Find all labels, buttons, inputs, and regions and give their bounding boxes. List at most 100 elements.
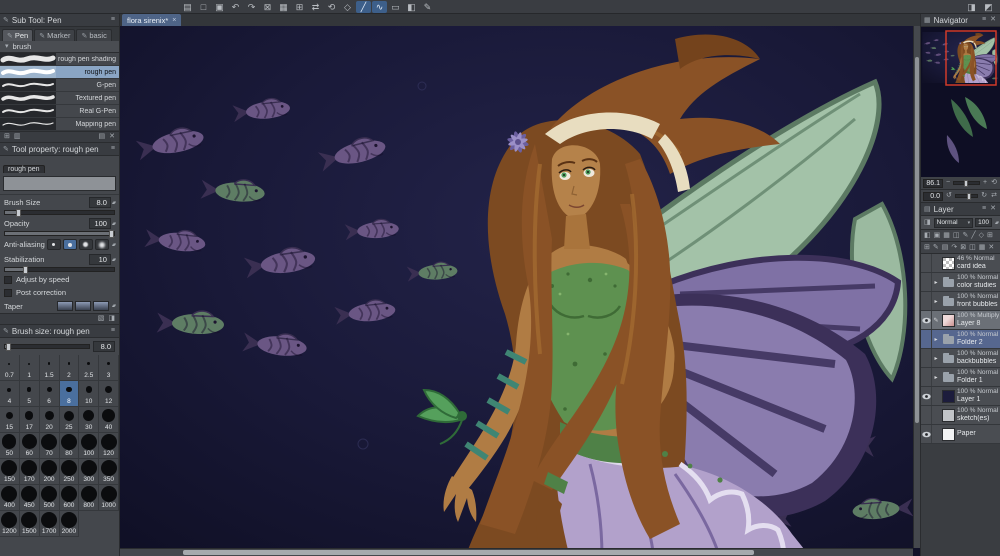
tool-property-lock-icon[interactable]: ▧ — [97, 314, 106, 324]
spinner-icon[interactable]: ▴▾ — [112, 221, 116, 227]
visibility-toggle[interactable] — [921, 273, 932, 291]
rotate-left-icon[interactable]: ↺ — [945, 191, 953, 201]
layer-row-layer-8[interactable]: ✎ 100 % Multiply Layer 8 — [921, 311, 1000, 330]
vertical-scrollbar[interactable] — [913, 26, 920, 548]
brush-size-10[interactable]: 10 — [79, 381, 100, 407]
tool-preset-chip[interactable]: rough pen — [3, 165, 45, 173]
anti-aliasing-none-button[interactable] — [46, 239, 61, 250]
brush-size-450[interactable]: 450 — [19, 485, 40, 511]
undo-icon[interactable]: ↶ — [228, 1, 243, 13]
brush-size-500[interactable]: 500 — [39, 485, 60, 511]
enable-mask-icon[interactable]: ◫ — [952, 231, 961, 241]
brush-size-slider[interactable] — [4, 209, 115, 217]
open-file-icon[interactable]: □ — [196, 1, 211, 13]
brush-item-rough-pen[interactable]: rough pen — [0, 66, 119, 79]
panel-menu-icon[interactable]: ≡ — [110, 326, 116, 336]
create-mask-icon[interactable]: ◫ — [968, 243, 977, 253]
delete-layer-icon[interactable]: ✕ — [987, 243, 995, 253]
brush-size-4[interactable]: 4 — [0, 381, 20, 407]
brush-size-200[interactable]: 200 — [39, 459, 60, 485]
tool-property-detail-icon[interactable]: ◨ — [107, 314, 116, 324]
brush-size-350[interactable]: 350 — [99, 459, 119, 485]
brush-size-50[interactable]: 50 — [0, 433, 20, 459]
post-correction-checkbox[interactable] — [4, 288, 12, 297]
anti-aliasing-strong-button[interactable] — [94, 239, 109, 250]
taper-preset-3[interactable] — [92, 301, 109, 311]
flip-view-icon[interactable]: ⇄ — [990, 191, 998, 201]
brush-size-17[interactable]: 17 — [19, 407, 40, 433]
zoom-value[interactable]: 86.1 — [923, 178, 943, 188]
layer-close-icon[interactable]: ✕ — [989, 204, 997, 214]
layer-opacity-value[interactable]: 100 — [975, 218, 992, 227]
add-subtool-icon[interactable]: ⊞ — [3, 132, 11, 142]
brush-item-real-g-pen[interactable]: Real G-Pen — [0, 105, 119, 118]
brush-size-0.7[interactable]: 0.7 — [0, 355, 20, 381]
crop-icon[interactable]: ◧ — [404, 1, 419, 13]
brush-size-value[interactable]: 8.0 — [88, 197, 111, 208]
layer-row-backbubbles[interactable]: ▸ 100 % Normal backbubbles — [921, 349, 1000, 368]
brush-item-g-pen[interactable]: G-pen — [0, 79, 119, 92]
redo-icon[interactable]: ↷ — [244, 1, 259, 13]
flip-horizontal-icon[interactable]: ⇄ — [308, 1, 323, 13]
rotate-right-icon[interactable]: ↻ — [980, 191, 988, 201]
adjust-by-speed-checkbox[interactable] — [4, 275, 12, 284]
brush-size-12[interactable]: 12 — [99, 381, 119, 407]
brush-size-120[interactable]: 120 — [99, 433, 119, 459]
brush-size-8[interactable]: 8 — [59, 381, 80, 407]
brush-size-1200[interactable]: 1200 — [0, 511, 20, 537]
brush-item-rough-pen-shading[interactable]: rough pen shading — [0, 53, 119, 66]
duplicate-subtool-icon[interactable]: ▤ — [98, 132, 107, 142]
canvas-artwork[interactable] — [120, 26, 920, 556]
transform-icon[interactable]: ◇ — [340, 1, 355, 13]
spinner-icon[interactable]: ▴▾ — [112, 200, 116, 206]
stabilization-value[interactable]: 10 — [88, 254, 111, 265]
brush-size-20[interactable]: 20 — [39, 407, 60, 433]
workspace-icon[interactable]: ◩ — [981, 1, 996, 13]
brush-size-300[interactable]: 300 — [79, 459, 100, 485]
lock-layer-icon[interactable]: ▣ — [933, 231, 942, 241]
brush-item-textured-pen[interactable]: Textured pen — [0, 92, 119, 105]
horizontal-scrollbar[interactable] — [120, 548, 913, 556]
rotation-value[interactable]: 0.0 — [923, 191, 943, 201]
new-folder-icon[interactable]: ▤ — [941, 243, 950, 253]
set-as-draft-icon[interactable]: ✎ — [962, 231, 970, 241]
brush-size-800[interactable]: 800 — [79, 485, 100, 511]
anti-aliasing-weak-button[interactable] — [62, 239, 77, 250]
close-icon[interactable]: × — [172, 17, 176, 24]
brush-size-panel-slider[interactable] — [4, 343, 90, 351]
brush-size-600[interactable]: 600 — [59, 485, 80, 511]
brush-size-2.5[interactable]: 2.5 — [79, 355, 100, 381]
delete-subtool-icon[interactable]: ✕ — [108, 132, 116, 142]
visibility-toggle[interactable] — [921, 349, 932, 367]
brush-size-25[interactable]: 25 — [59, 407, 80, 433]
brush-size-1500[interactable]: 1500 — [19, 511, 40, 537]
brush-size-1700[interactable]: 1700 — [39, 511, 60, 537]
tab-marker[interactable]: ✎ Marker — [34, 29, 76, 41]
brush-size-6[interactable]: 6 — [39, 381, 60, 407]
layer-row-sketch-es-[interactable]: 100 % Normal sketch(es) — [921, 406, 1000, 425]
layer-row-layer-1[interactable]: 100 % Normal Layer 1 — [921, 387, 1000, 406]
sub-tool-header-menu[interactable]: ≡ — [110, 15, 116, 25]
brush-size-1000[interactable]: 1000 — [99, 485, 119, 511]
taper-preset-2[interactable] — [74, 301, 91, 311]
brush-size-15[interactable]: 15 — [0, 407, 20, 433]
brush-size-current-value[interactable]: 8.0 — [93, 341, 115, 352]
brush-size-80[interactable]: 80 — [59, 433, 80, 459]
apply-mask-icon[interactable]: ▦ — [978, 243, 987, 253]
spinner-icon[interactable]: ▴▾ — [112, 257, 116, 263]
tab-pen[interactable]: ✎ Pen — [2, 29, 34, 41]
navigator-menu-icon[interactable]: ≡ — [981, 15, 987, 25]
brush-size-1[interactable]: 1 — [19, 355, 40, 381]
rotation-slider[interactable] — [954, 193, 979, 200]
visibility-toggle[interactable] — [921, 387, 932, 405]
layer-row-color-studies[interactable]: ▸ 100 % Normal color studies — [921, 273, 1000, 292]
zoom-out-icon[interactable]: − — [945, 178, 951, 188]
brush-size-2000[interactable]: 2000 — [59, 511, 80, 537]
panel-menu-icon[interactable]: ≡ — [110, 15, 116, 25]
visibility-toggle[interactable] — [921, 368, 932, 386]
reference-layer-icon[interactable]: ◇ — [978, 231, 985, 241]
new-file-icon[interactable]: ▤ — [180, 1, 195, 13]
visibility-toggle[interactable] — [921, 406, 932, 424]
visibility-toggle[interactable] — [921, 330, 932, 348]
panel-menu-icon[interactable]: ≡ — [110, 144, 116, 154]
